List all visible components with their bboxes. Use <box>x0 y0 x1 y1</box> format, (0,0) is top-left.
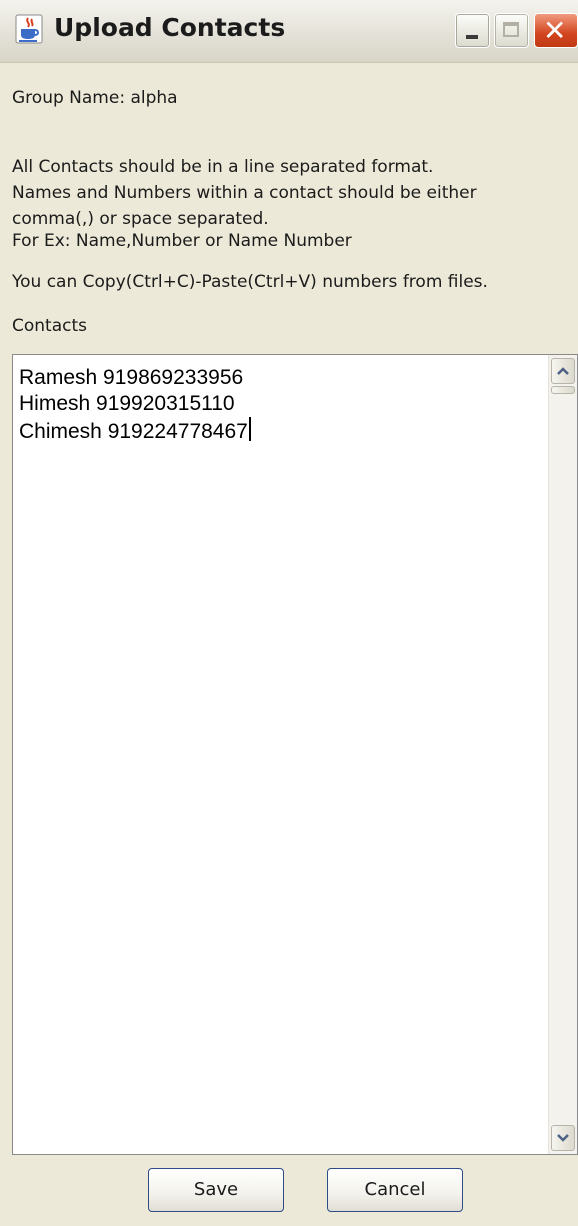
contact-line-text: Chimesh 919224778467 <box>19 420 248 443</box>
instruction-line: All Contacts should be in a line separat… <box>12 157 434 177</box>
contacts-label: Contacts <box>12 316 87 336</box>
contacts-textarea[interactable]: Ramesh 919869233956 Himesh 919920315110 Ch… <box>12 354 578 1155</box>
contacts-text[interactable]: Ramesh 919869233956 Himesh 919920315110 Ch… <box>19 365 251 445</box>
chevron-up-icon <box>557 367 569 375</box>
cancel-button[interactable]: Cancel <box>327 1168 463 1212</box>
chevron-down-icon <box>557 1134 569 1142</box>
window-title: Upload Contacts <box>54 13 286 42</box>
group-name-label: Group Name: alpha <box>12 88 178 108</box>
vertical-scrollbar[interactable] <box>548 355 577 1154</box>
scroll-up-button[interactable] <box>551 358 575 384</box>
minimize-icon <box>466 35 478 39</box>
contact-line-text: Himesh 919920315110 <box>19 392 235 415</box>
title-bar[interactable]: Upload Contacts ✕ <box>0 0 578 63</box>
example-text: For Ex: Name,Number or Name Number <box>12 231 352 251</box>
close-button[interactable]: ✕ <box>534 13 578 48</box>
copy-paste-hint: You can Copy(Ctrl+C)-Paste(Ctrl+V) numbe… <box>12 272 488 292</box>
scroll-down-button[interactable] <box>551 1125 575 1151</box>
contact-line: Himesh 919920315110 <box>19 391 251 417</box>
text-caret <box>248 417 251 441</box>
contact-line: Chimesh 919224778467 <box>19 417 251 445</box>
maximize-icon <box>503 22 519 37</box>
scroll-thumb[interactable] <box>551 386 575 394</box>
contact-line: Ramesh 919869233956 <box>19 366 244 389</box>
save-button[interactable]: Save <box>148 1168 284 1212</box>
instruction-line: Names and Numbers within a contact shoul… <box>12 183 477 203</box>
close-icon: ✕ <box>543 14 567 47</box>
instruction-line: comma(,) or space separated. <box>12 209 269 229</box>
upload-contacts-dialog: Upload Contacts ✕ Group Name: alpha All … <box>0 0 578 1226</box>
minimize-button[interactable] <box>455 13 490 48</box>
instructions-text: All Contacts should be in a line separat… <box>12 154 477 232</box>
java-coffee-icon <box>15 14 43 44</box>
maximize-button[interactable] <box>494 13 529 48</box>
